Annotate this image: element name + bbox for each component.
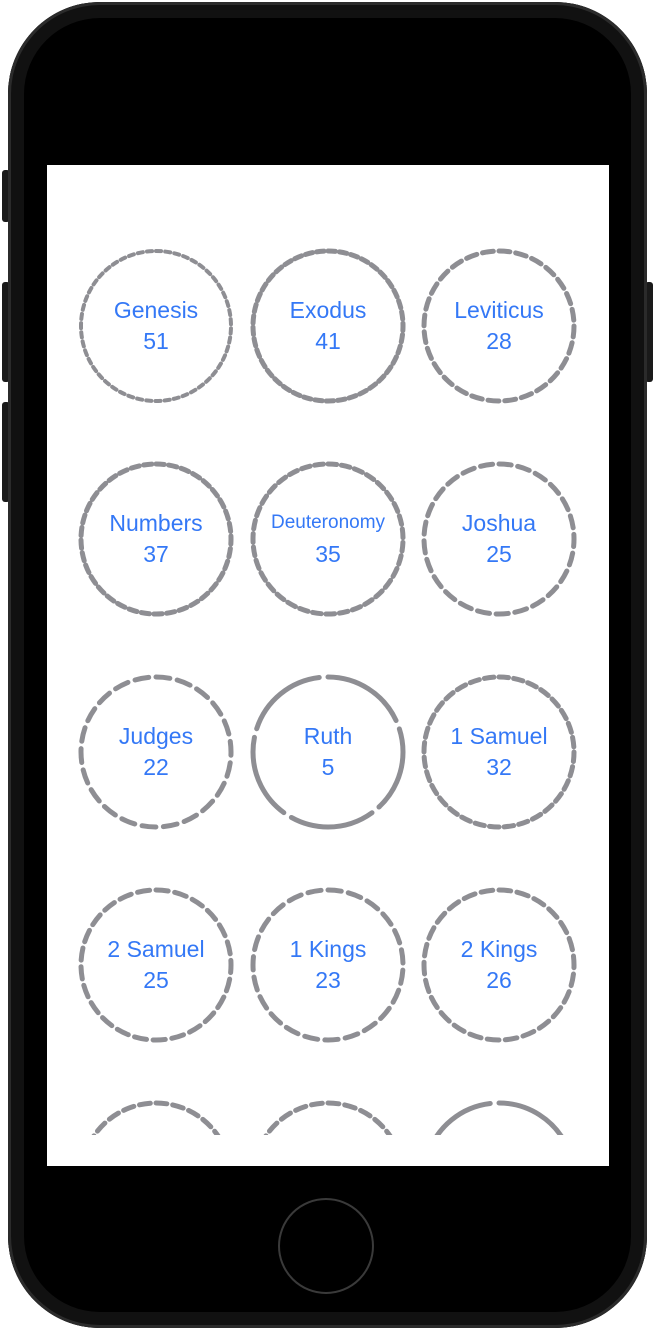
chapter-count: 35 xyxy=(315,541,341,567)
book-name: Genesis xyxy=(113,297,199,323)
chapter-count: 23 xyxy=(315,967,341,993)
book-name: 2 Samuel xyxy=(107,936,205,962)
book-name: Judges xyxy=(118,723,194,749)
book-name: Leviticus xyxy=(454,297,544,323)
book-tile-partial[interactable] xyxy=(73,1095,239,1135)
chapter-count: 26 xyxy=(486,967,512,993)
book-tile-1-samuel[interactable]: 1 Samuel 32 xyxy=(416,669,582,835)
chapter-ring xyxy=(250,1100,406,1135)
chapter-count: 28 xyxy=(486,328,512,354)
chapter-ring-segments xyxy=(421,1100,577,1135)
chapter-count: 41 xyxy=(315,328,341,354)
chapter-ring-segments xyxy=(78,1100,234,1135)
home-button[interactable] xyxy=(278,1198,374,1294)
book-name: 2 Kings xyxy=(460,936,538,962)
chapter-ring xyxy=(421,1100,577,1135)
chapter-count: 22 xyxy=(143,754,169,780)
book-name: Deuteronomy xyxy=(270,512,386,533)
book-name: Joshua xyxy=(461,510,537,536)
book-tile-partial[interactable] xyxy=(416,1095,582,1135)
book-tile-2-kings[interactable]: 2 Kings 26 xyxy=(416,882,582,1048)
book-name: Exodus xyxy=(289,297,367,323)
book-tile-deuteronomy[interactable]: Deuteronomy 35 xyxy=(245,456,411,622)
chapter-count: 51 xyxy=(143,328,169,354)
chapter-count: 37 xyxy=(143,541,169,567)
book-name: 1 Samuel xyxy=(450,723,548,749)
book-tile-leviticus[interactable]: Leviticus 28 xyxy=(416,243,582,409)
chapter-count: 25 xyxy=(486,541,512,567)
book-tile-ruth[interactable]: Ruth 5 xyxy=(245,669,411,835)
chapter-count: 32 xyxy=(486,754,512,780)
chapter-ring xyxy=(78,1100,234,1135)
chapter-count: 5 xyxy=(321,754,335,780)
book-tile-partial[interactable] xyxy=(245,1095,411,1135)
book-tile-joshua[interactable]: Joshua 25 xyxy=(416,456,582,622)
book-tile-1-kings[interactable]: 1 Kings 23 xyxy=(245,882,411,1048)
book-tile-numbers[interactable]: Numbers 37 xyxy=(73,456,239,622)
book-grid: Genesis 51 Exodus 41 Leviticus 28 Number… xyxy=(47,165,609,1135)
chapter-count: 25 xyxy=(143,967,169,993)
book-tile-judges[interactable]: Judges 22 xyxy=(73,669,239,835)
chapter-ring-segments xyxy=(250,1100,406,1135)
book-tile-2-samuel[interactable]: 2 Samuel 25 xyxy=(73,882,239,1048)
book-name: 1 Kings xyxy=(289,936,367,962)
book-tile-genesis[interactable]: Genesis 51 xyxy=(73,243,239,409)
book-tile-exodus[interactable]: Exodus 41 xyxy=(245,243,411,409)
app-screen: Genesis 51 Exodus 41 Leviticus 28 Number… xyxy=(47,165,609,1166)
book-name: Ruth xyxy=(303,723,353,749)
book-name: Numbers xyxy=(109,510,203,536)
